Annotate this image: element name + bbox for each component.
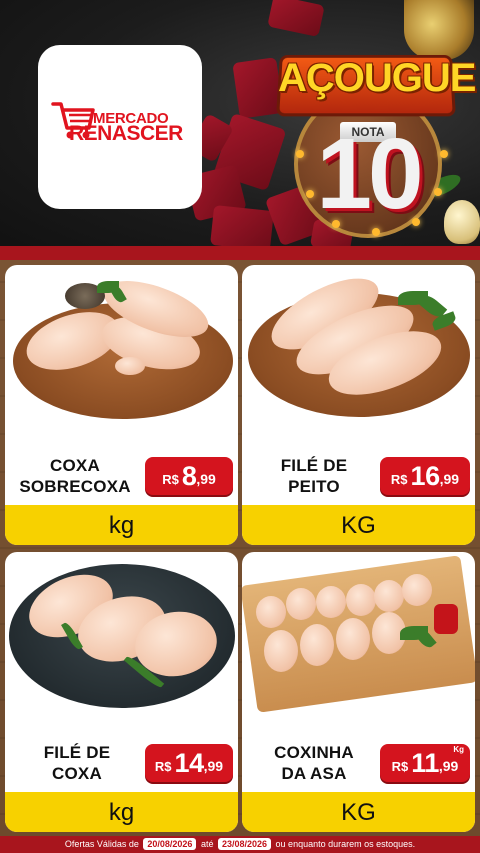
price-integer: 8 [181,460,197,491]
price-integer: 11 [411,747,439,778]
product-image-coxinha-da-asa [242,552,475,732]
currency-symbol: R$ [154,758,172,774]
chicken-drumette [264,630,298,672]
product-card[interactable]: COXINHA DA ASA Kg R$ 11 ,99 KG [242,552,475,832]
price-tag: Kg R$ 11 ,99 [380,744,470,782]
chicken-drumette [300,624,334,666]
meat-decoration [210,204,274,252]
price-tag: R$ 14 ,99 [145,744,233,782]
price-cents: ,99 [203,758,224,774]
product-image-coxa-sobrecoxa [5,265,238,445]
currency-symbol: R$ [390,471,408,487]
product-card[interactable]: COXA SOBRECOXA R$ 8 ,99 kg [5,265,238,545]
sauce-jar [434,604,458,634]
price-cents: ,99 [438,758,459,774]
product-card[interactable]: FILÉ DE PEITO R$ 16 ,99 KG [242,265,475,545]
product-name-line1: COXA [50,456,100,475]
store-logo: MERCADO RENASCER [38,45,202,209]
price-tag: R$ 8 ,99 [145,457,233,495]
product-name-line2: DA ASA [281,764,347,783]
product-name-line2: PEITO [288,477,340,496]
price-integer: 16 [410,460,441,491]
header-divider [0,246,480,260]
chicken-drumette [336,618,370,660]
chicken-drumette [346,584,376,616]
currency-symbol: R$ [391,758,409,774]
product-name: FILÉ DE PEITO [246,455,382,497]
product-name-line1: COXINHA [274,743,354,762]
product-card[interactable]: FILÉ DE COXA R$ 14 ,99 kg [5,552,238,832]
product-name-line1: FILÉ DE [43,743,111,762]
campaign-title: AÇOUGUE [278,56,476,100]
currency-symbol: R$ [162,471,179,487]
product-name: COXA SOBRECOXA [9,455,141,497]
chicken-drumette [374,580,404,612]
price-unit-mini: Kg [453,745,464,754]
header-banner: MERCADO RENASCER AÇOUGUE NOTA 10 [0,0,480,252]
chicken-drumette [286,588,316,620]
product-name-line2: COXA [52,764,102,783]
unit-label: KG [242,505,475,545]
footer-middle: até [200,839,214,849]
unit-label: kg [5,505,238,545]
unit-label: kg [5,792,238,832]
price-integer: 14 [174,747,205,778]
product-name-line1: FILÉ DE [280,456,348,475]
validity-footer: Ofertas Válidas de 20/08/2026 até 23/08/… [0,836,480,853]
chicken-bone [115,357,145,375]
chicken-drumette [316,586,346,618]
logo-line2: RENASCER [69,122,183,145]
unit-label: KG [242,792,475,832]
price-tag: R$ 16 ,99 [380,457,470,495]
chicken-drumette [402,574,432,606]
campaign-score: 10 [316,118,423,230]
acougue-badge: AÇOUGUE NOTA 10 [272,30,476,238]
product-name-line2: SOBRECOXA [19,477,131,496]
price-cents: ,99 [196,471,216,487]
date-end: 23/08/2026 [217,838,272,850]
date-start: 20/08/2026 [143,838,197,850]
product-name: COXINHA DA ASA [246,742,382,784]
product-image-file-de-peito [242,265,475,445]
chicken-drumette [256,596,286,628]
product-image-file-de-coxa [5,552,238,732]
footer-prefix: Ofertas Válidas de [64,839,139,849]
footer-suffix: ou enquanto durarem os estoques. [275,839,416,849]
price-cents: ,99 [439,471,460,487]
product-name: FILÉ DE COXA [9,742,145,784]
